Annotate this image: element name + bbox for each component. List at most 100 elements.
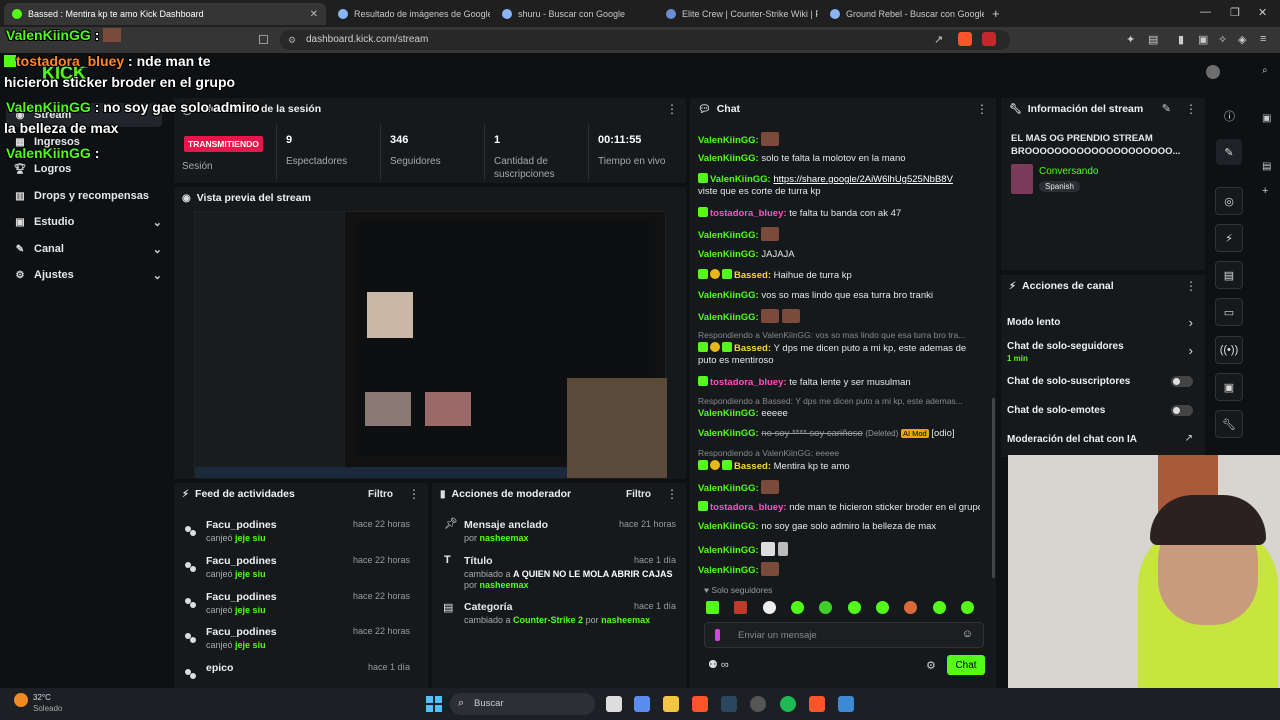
chat-reply-context[interactable]: Respondiendo a ValenKiinGG: eeeee	[698, 447, 980, 459]
action-ai-moderation[interactable]: Moderación del chat con IA	[1007, 434, 1199, 445]
brave-shield-icon[interactable]	[958, 32, 972, 46]
feed-username[interactable]: Facu_podines	[206, 519, 277, 531]
emoji-icon[interactable]: ☺	[962, 628, 973, 640]
sidebar-item-ajustes[interactable]: ⚙ Ajustes ⌄	[14, 265, 162, 285]
actions-toggle-button[interactable]: ⚡︎	[1215, 224, 1243, 252]
browser-tab[interactable]: Elite Crew | Counter-Strike Wiki | Fan	[658, 3, 818, 25]
wallet-icon[interactable]: ▣	[1198, 33, 1208, 46]
notes-toggle-button[interactable]: ▤	[1215, 261, 1243, 289]
chat-settings-icon[interactable]: ⚉ ∞	[708, 658, 729, 671]
emote-button[interactable]	[904, 601, 918, 614]
chat-reply-context[interactable]: Respondiendo a ValenKiinGG: vos so mas l…	[698, 329, 980, 341]
subscribers-only-toggle[interactable]	[1171, 376, 1193, 387]
sidebar-item-logros[interactable]: 🏆︎ Logros	[14, 159, 162, 179]
brave-icon[interactable]	[809, 696, 825, 712]
emotes-only-toggle[interactable]	[1171, 405, 1193, 416]
edit-icon[interactable]: ✎	[1162, 102, 1171, 115]
reading-list-icon[interactable]: ▤	[1148, 33, 1158, 46]
chat-link[interactable]: https://share.google/2AiW6lhUg525NbB8V	[773, 174, 953, 185]
feed-username[interactable]: Facu_podines	[206, 626, 277, 638]
spotify-icon[interactable]	[780, 696, 796, 712]
emote-button[interactable]	[762, 601, 776, 614]
task-view-icon[interactable]	[606, 696, 622, 712]
feed-username[interactable]: Facu_podines	[206, 555, 277, 567]
feed-username[interactable]: epico	[206, 662, 233, 674]
category-link[interactable]: Conversando	[1039, 166, 1098, 177]
more-options-icon[interactable]: ⋮	[666, 102, 678, 116]
stream-preview-video[interactable]	[194, 211, 667, 478]
maximize-icon[interactable]: ❐	[1230, 6, 1240, 19]
obs-icon[interactable]	[750, 696, 766, 712]
ai-icon[interactable]: ✧	[1218, 33, 1227, 46]
site-info-icon[interactable]: ⚙	[288, 30, 296, 50]
emote-button[interactable]	[875, 601, 889, 614]
sidebar-item-estudio[interactable]: ▣ Estudio ⌄	[14, 212, 162, 232]
close-tab-icon[interactable]: ✕	[302, 9, 318, 20]
send-chat-button[interactable]: Chat	[947, 655, 985, 675]
chat-input[interactable]: Enviar un mensaje ☺	[704, 622, 984, 648]
chevron-right-icon[interactable]: ›	[1189, 343, 1193, 358]
emote-button[interactable]	[706, 601, 719, 614]
chat-message: Bassed: Haihue de turra kp	[698, 269, 980, 282]
gear-icon[interactable]: ⚙	[926, 659, 936, 672]
browser-tab-active[interactable]: Bassed : Mentira kp te amo Kick Dashboar…	[4, 3, 326, 25]
browser-tab[interactable]: shuru - Buscar con Google	[494, 3, 654, 25]
chat-reply-context[interactable]: Respondiendo a Bassed: Y dps me dicen pu…	[698, 395, 980, 407]
chat-toggle-button[interactable]: ▭	[1215, 298, 1243, 326]
share-icon[interactable]: ↗	[934, 33, 943, 46]
browser-tab[interactable]: Resultado de imágenes de Google	[330, 3, 490, 25]
mod-filter-button[interactable]: Filtro	[626, 489, 651, 500]
sidebar-item-drops[interactable]: ▥ Drops y recompensas	[14, 186, 162, 206]
more-options-icon[interactable]: ⋮	[1185, 279, 1197, 293]
more-options-icon[interactable]: ⋮	[666, 487, 678, 501]
more-options-icon[interactable]: ⋮	[976, 102, 988, 116]
taskbar-search[interactable]: ⌕ Buscar	[450, 693, 595, 715]
notepad-icon[interactable]	[838, 696, 854, 712]
chevron-right-icon[interactable]: ›	[1189, 315, 1193, 330]
sidebar-item-canal[interactable]: ✎ Canal ⌄	[14, 239, 162, 259]
settings-toggle-button[interactable]: 🔧︎	[1215, 410, 1243, 438]
close-window-icon[interactable]: ✕	[1258, 6, 1267, 19]
emote-button[interactable]	[960, 601, 974, 614]
sidebar-toggle-icon[interactable]: ▮	[1178, 33, 1184, 46]
action-slow-mode[interactable]: Modo lento	[1007, 317, 1199, 328]
windows-start-icon[interactable]	[426, 696, 442, 712]
more-options-icon[interactable]: ⋮	[1185, 102, 1197, 116]
browser-side-bookmarks-icon[interactable]: ▣	[1262, 113, 1271, 124]
file-explorer-icon[interactable]	[663, 696, 679, 712]
chat-scrollbar[interactable]	[992, 398, 995, 578]
emote-button[interactable]	[932, 601, 946, 614]
extensions-icon[interactable]: ✦	[1126, 33, 1135, 46]
menu-icon[interactable]: ≡	[1260, 33, 1266, 45]
bookmark-icon[interactable]: ☐	[258, 33, 269, 47]
brave-icon[interactable]	[692, 696, 708, 712]
vpn-icon[interactable]: ◈	[1238, 33, 1246, 46]
minimize-icon[interactable]: —	[1200, 6, 1211, 18]
emote-button[interactable]	[790, 601, 804, 614]
emote-button[interactable]	[847, 601, 861, 614]
rewards-icon[interactable]	[982, 32, 996, 46]
mod-toggle-button[interactable]: ▣	[1215, 373, 1243, 401]
avatar[interactable]	[1206, 65, 1220, 79]
emote-button[interactable]	[819, 601, 833, 614]
more-options-icon[interactable]: ⋮	[408, 487, 420, 501]
edit-layout-button[interactable]: ✎	[1216, 139, 1242, 165]
info-icon[interactable]: ⓘ	[1224, 108, 1235, 124]
chat-message-cont: puto es mentiroso	[698, 355, 774, 366]
external-link-icon[interactable]: ↗	[1185, 433, 1193, 444]
chat-panel: 💬︎ Chat ⋮ ValenKiinGG: ValenKiinGG: solo…	[690, 98, 996, 688]
browser-tab[interactable]: Ground Rebel - Buscar con Google	[822, 3, 984, 25]
steam-icon[interactable]	[721, 696, 737, 712]
feed-filter-button[interactable]: Filtro	[368, 489, 393, 500]
browser-side-history-icon[interactable]: ▤	[1262, 161, 1271, 172]
new-tab-icon[interactable]: +	[992, 6, 1000, 21]
feed-username[interactable]: Facu_podines	[206, 591, 277, 603]
browser-side-search-icon[interactable]: ⌕	[1262, 65, 1268, 76]
url-field[interactable]: ⚙ dashboard.kick.com/stream	[280, 30, 1010, 50]
emote-button[interactable]	[734, 601, 748, 614]
broadcast-toggle-button[interactable]: ((•))	[1215, 336, 1243, 364]
copilot-icon[interactable]	[634, 696, 650, 712]
action-followers-only[interactable]: Chat de solo-seguidores	[1007, 341, 1199, 352]
preview-toggle-button[interactable]: ◎	[1215, 187, 1243, 215]
browser-side-add-icon[interactable]: +	[1262, 185, 1268, 197]
